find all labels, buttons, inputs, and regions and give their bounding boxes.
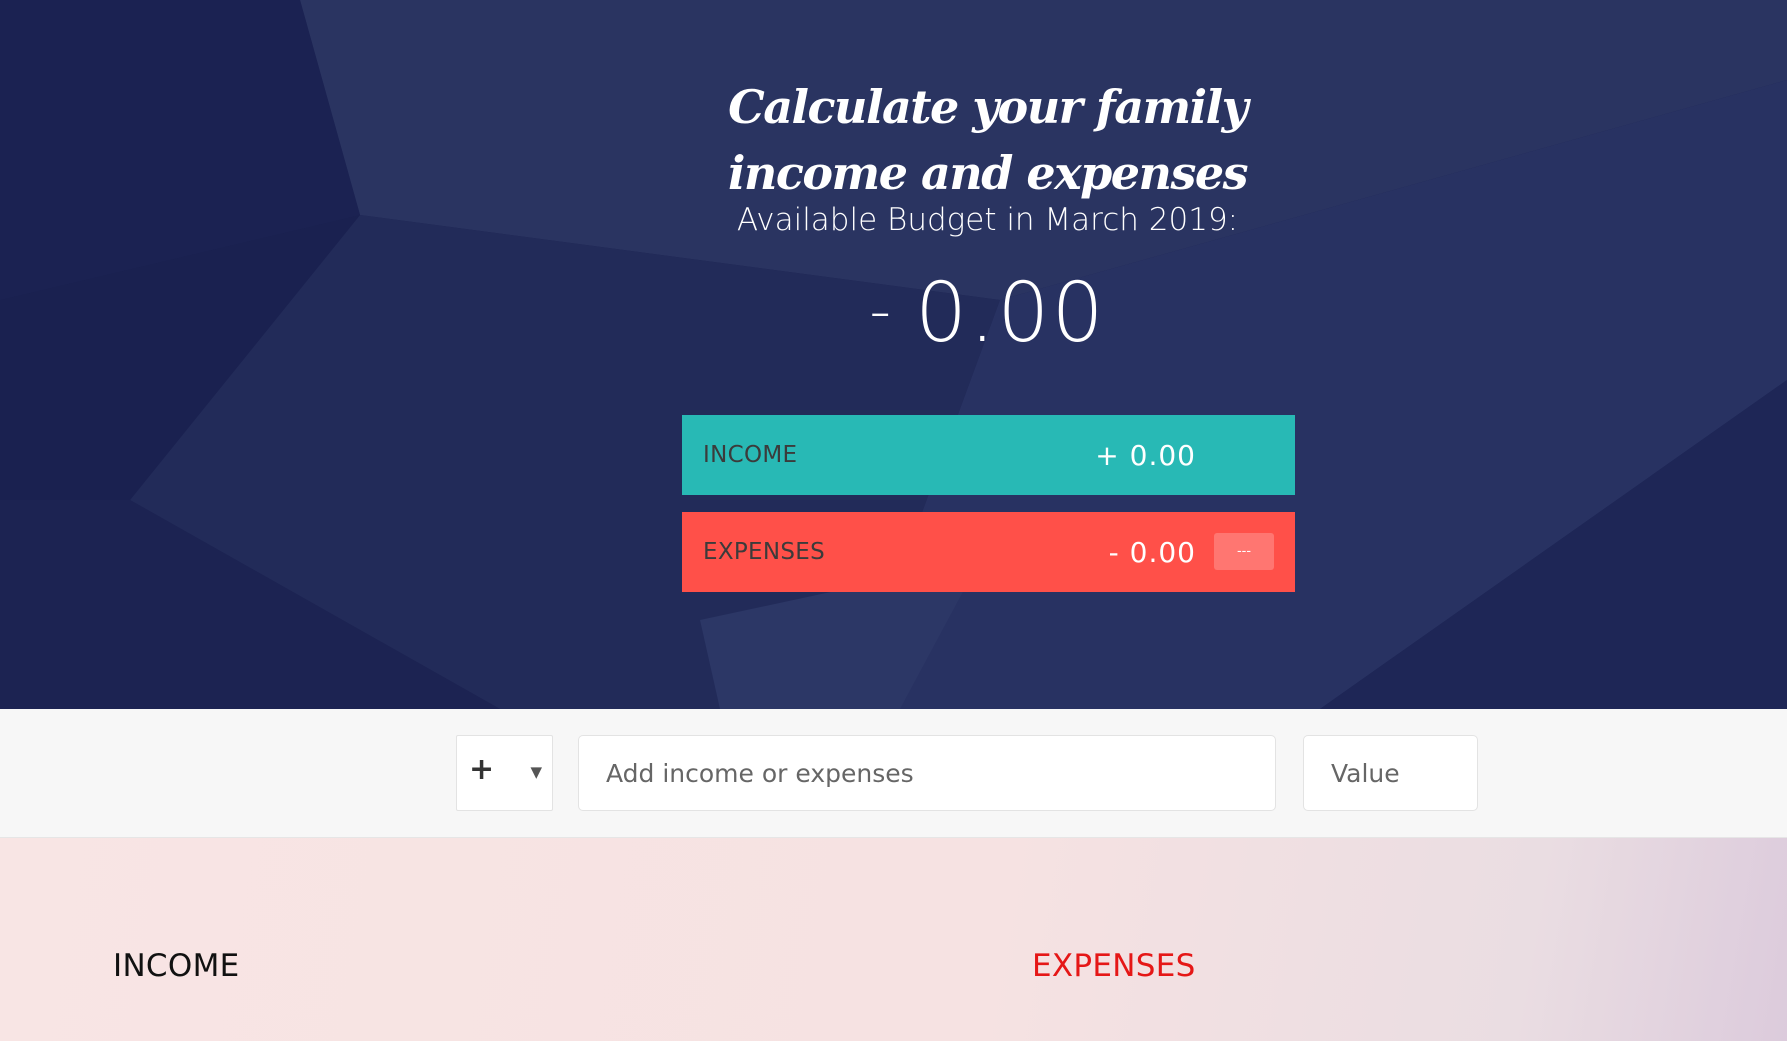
page-title: Calculate your family income and expense… — [727, 80, 1249, 200]
description-input[interactable] — [578, 735, 1276, 811]
type-select[interactable]: + ▼ — [456, 735, 553, 811]
hero-header: Calculate your family income and expense… — [0, 0, 1787, 709]
income-summary-value: + 0.00 — [1095, 438, 1196, 472]
expenses-summary: EXPENSES - 0.00 --- — [682, 512, 1295, 592]
type-selected-value: + — [469, 752, 495, 787]
lists-section: INCOME EXPENSES — [0, 838, 1787, 1041]
expenses-summary-label: EXPENSES — [703, 539, 826, 565]
budget-label: Available Budget in March 2019: — [736, 202, 1239, 238]
value-input[interactable] — [1303, 735, 1478, 811]
expenses-list-title: EXPENSES — [1032, 948, 1196, 984]
income-summary-label: INCOME — [703, 442, 798, 468]
income-summary: INCOME + 0.00 — [682, 415, 1295, 495]
expenses-summary-value: - 0.00 — [1108, 535, 1196, 569]
budget-amount: 0.00 — [915, 266, 1106, 361]
budget-value: -0.00 — [650, 266, 1325, 361]
chevron-down-icon: ▼ — [530, 763, 542, 781]
expenses-percentage-badge: --- — [1214, 533, 1274, 570]
budget-sign: - — [869, 276, 894, 346]
add-entry-bar: + ▼ — [0, 709, 1787, 838]
income-list-title: INCOME — [113, 948, 240, 984]
